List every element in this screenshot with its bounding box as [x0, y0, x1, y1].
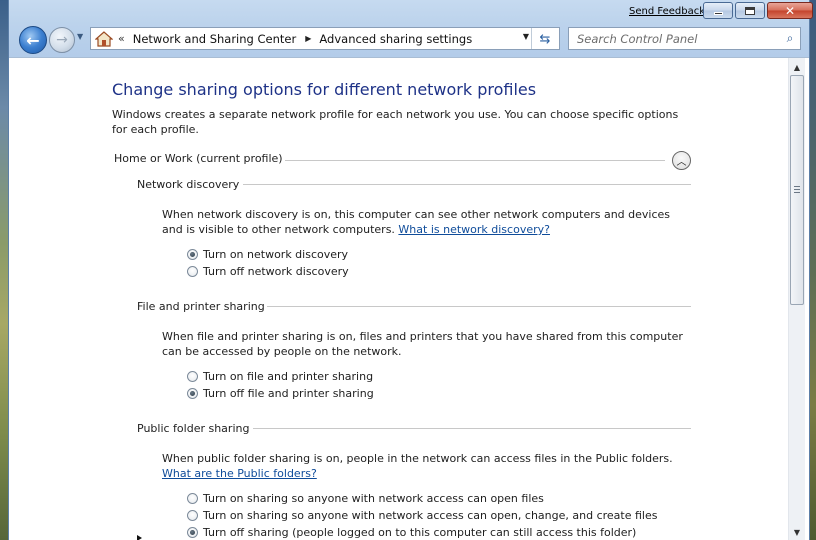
breadcrumb-network-sharing-center[interactable]: Network and Sharing Center	[133, 32, 296, 46]
navigation-bar: ← → ▼ « Network and Sharing Center ▶ Adv…	[9, 24, 809, 54]
scroll-up-icon[interactable]: ▲	[789, 60, 805, 74]
forward-arrow-icon: →	[56, 32, 68, 48]
search-icon[interactable]: ⌕	[780, 31, 800, 46]
radio-button[interactable]	[187, 493, 198, 504]
what-is-network-discovery-link[interactable]: What is network discovery?	[398, 223, 550, 236]
search-input[interactable]	[577, 31, 780, 46]
description-text: When public folder sharing is on, people…	[162, 452, 673, 465]
radio-button[interactable]	[187, 371, 198, 382]
collapse-profile-button[interactable]: ︿	[672, 151, 691, 170]
radio-public-open-change-create[interactable]: Turn on sharing so anyone with network a…	[187, 509, 657, 522]
minimize-icon	[713, 11, 723, 15]
intro-text: Windows creates a separate network profi…	[112, 108, 679, 136]
scroll-down-icon[interactable]: ▼	[789, 525, 805, 539]
maximize-icon	[745, 6, 755, 15]
breadcrumb-overflow-icon[interactable]: «	[118, 32, 125, 45]
radio-button[interactable]	[187, 527, 198, 538]
radio-button[interactable]	[187, 266, 198, 277]
section-heading-file-printer-sharing: File and printer sharing	[137, 300, 265, 313]
chevron-up-icon: ︿	[676, 157, 687, 168]
refresh-button[interactable]: ⇆	[535, 30, 555, 48]
control-panel-home-icon	[94, 30, 114, 48]
section-divider	[267, 306, 691, 307]
search-box[interactable]: ⌕	[568, 27, 801, 50]
radio-public-sharing-off[interactable]: Turn off sharing (people logged on to th…	[187, 526, 636, 539]
minimize-button[interactable]	[703, 2, 733, 19]
breadcrumb-separator-icon[interactable]: ▶	[305, 34, 311, 43]
mouse-pointer-icon	[137, 535, 142, 540]
public-folder-sharing-description: When public folder sharing is on, people…	[162, 451, 692, 481]
title-bar: Send Feedback ✕	[9, 0, 813, 24]
radio-turn-on-file-printer-sharing[interactable]: Turn on file and printer sharing	[187, 370, 373, 383]
address-divider	[531, 28, 532, 49]
close-button[interactable]: ✕	[767, 2, 813, 19]
close-icon: ✕	[784, 3, 796, 18]
back-button[interactable]: ←	[19, 26, 47, 54]
radio-label: Turn on sharing so anyone with network a…	[203, 509, 658, 522]
section-heading-public-folder-sharing: Public folder sharing	[137, 422, 250, 435]
desktop-background-right	[810, 0, 816, 540]
section-divider	[253, 428, 691, 429]
radio-label: Turn on sharing so anyone with network a…	[203, 492, 544, 505]
radio-turn-off-network-discovery[interactable]: Turn off network discovery	[187, 265, 349, 278]
desktop-background-left	[0, 0, 8, 540]
radio-turn-on-network-discovery[interactable]: Turn on network discovery	[187, 248, 348, 261]
settings-content: Change sharing options for different net…	[9, 57, 809, 540]
recent-pages-dropdown-icon[interactable]: ▼	[77, 32, 83, 41]
address-bar[interactable]: « Network and Sharing Center ▶ Advanced …	[90, 27, 560, 50]
back-arrow-icon: ←	[26, 30, 40, 50]
refresh-icon: ⇆	[539, 31, 551, 47]
section-heading-network-discovery: Network discovery	[137, 178, 240, 191]
network-discovery-description: When network discovery is on, this compu…	[162, 207, 692, 237]
maximize-button[interactable]	[735, 2, 765, 19]
radio-label: Turn off sharing (people logged on to th…	[203, 526, 637, 539]
vertical-scrollbar[interactable]: ▲ ▼	[788, 58, 805, 540]
radio-turn-off-file-printer-sharing[interactable]: Turn off file and printer sharing	[187, 387, 374, 400]
radio-button[interactable]	[187, 388, 198, 399]
send-feedback-link[interactable]: Send Feedback	[629, 6, 705, 17]
radio-button[interactable]	[187, 249, 198, 260]
scrollbar-grip-icon	[794, 186, 800, 193]
radio-label: Turn off network discovery	[203, 265, 349, 278]
profile-divider	[285, 160, 665, 161]
radio-label: Turn on file and printer sharing	[203, 370, 374, 383]
caption-buttons: ✕	[703, 2, 813, 19]
breadcrumb-advanced-sharing-settings[interactable]: Advanced sharing settings	[319, 32, 472, 46]
address-dropdown-icon[interactable]: ▼	[523, 32, 529, 41]
profile-heading: Home or Work (current profile)	[114, 152, 283, 165]
forward-button[interactable]: →	[49, 27, 75, 53]
radio-button[interactable]	[187, 510, 198, 521]
radio-label: Turn on network discovery	[203, 248, 349, 261]
page-title: Change sharing options for different net…	[112, 80, 537, 99]
control-panel-window: Send Feedback ✕ ← → ▼ « Network and Shar…	[8, 0, 813, 540]
file-printer-sharing-description: When file and printer sharing is on, fil…	[162, 330, 683, 358]
scrollbar-thumb[interactable]	[790, 75, 804, 305]
radio-label: Turn off file and printer sharing	[203, 387, 374, 400]
what-are-public-folders-link[interactable]: What are the Public folders?	[162, 467, 317, 480]
radio-public-open-files[interactable]: Turn on sharing so anyone with network a…	[187, 492, 544, 505]
section-divider	[243, 184, 691, 185]
